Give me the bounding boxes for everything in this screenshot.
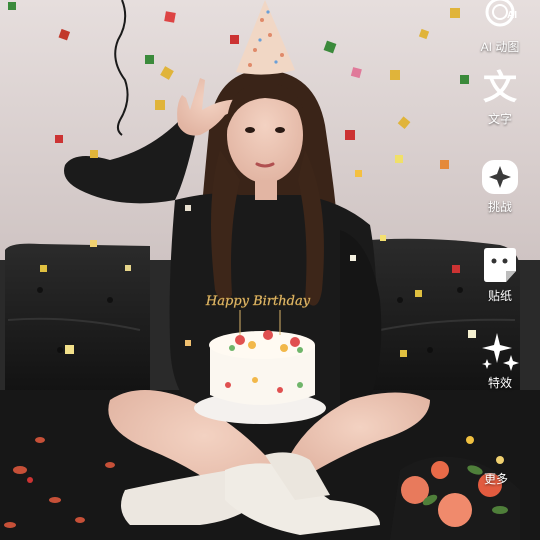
tool-sticker-label: 贴纸 — [487, 289, 512, 303]
text-glyph-icon: 文 — [483, 68, 517, 108]
tool-ai-animate-label: AI 动图 — [480, 40, 520, 54]
tool-effects[interactable]: 特效 — [460, 330, 540, 390]
editor-screen: Happy Birthday AI AI 动图 文 文字 挑战 贴纸 特效 更多 — [0, 0, 540, 540]
sticker-icon — [478, 243, 522, 287]
right-toolbar: AI AI 动图 文 文字 挑战 贴纸 特效 — [460, 0, 540, 540]
tool-effects-label: 特效 — [487, 376, 512, 390]
tool-text[interactable]: 文 文字 — [460, 66, 540, 126]
tool-challenge-label: 挑战 — [487, 200, 512, 214]
tool-challenge[interactable]: 挑战 — [460, 154, 540, 214]
tool-sticker[interactable]: 贴纸 — [460, 243, 540, 303]
svg-text:AI: AI — [507, 10, 517, 21]
more-label: 更多 — [484, 472, 509, 486]
tool-ai-animate[interactable]: AI AI 动图 — [460, 0, 540, 54]
photo-canvas: Happy Birthday — [0, 0, 540, 540]
challenge-sparkle-icon — [478, 154, 522, 198]
ai-sparkle-icon: AI — [478, 0, 522, 38]
cake-topper-text: Happy Birthday — [205, 294, 311, 309]
sparkles-icon — [478, 330, 522, 374]
tool-text-label: 文字 — [487, 112, 512, 126]
